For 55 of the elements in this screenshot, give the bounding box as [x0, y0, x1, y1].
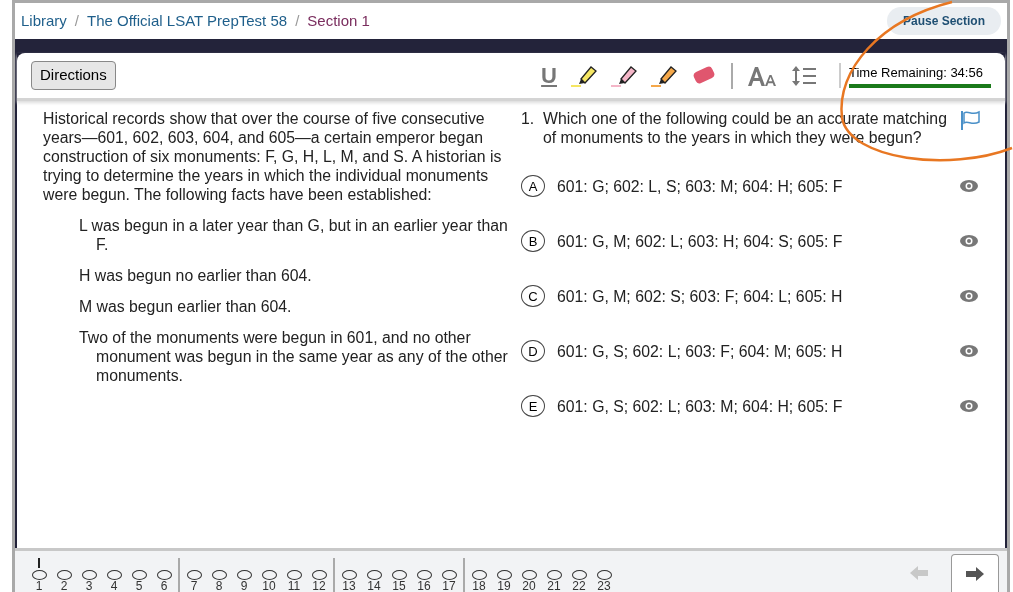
answer-text: 601: G, S; 602: L; 603: F; 604: M; 605: H — [557, 341, 844, 361]
question-nav-item[interactable]: 20 — [518, 558, 540, 592]
question-nav-item[interactable]: 12 — [308, 558, 330, 592]
question-nav-item[interactable]: 7 — [183, 558, 205, 592]
question-nav-item[interactable]: 8 — [208, 558, 230, 592]
answer-text: 601: G, M; 602: L; 603: H; 604: S; 605: F — [557, 231, 844, 251]
question-nav-item[interactable]: 15 — [388, 558, 410, 592]
question-nav-item[interactable]: 19 — [493, 558, 515, 592]
answer-text: 601: G, S; 602: L; 603: M; 604: H; 605: F — [557, 396, 844, 416]
question-nav-item[interactable]: 14 — [363, 558, 385, 592]
font-size-icon[interactable] — [747, 64, 777, 87]
question-nav-item[interactable]: 18 — [468, 558, 490, 592]
flag-icon[interactable] — [959, 109, 981, 131]
eye-icon[interactable] — [959, 344, 979, 358]
line-spacing-icon[interactable] — [791, 64, 817, 87]
right-arrow-icon[interactable] — [965, 565, 985, 582]
answer-text: 601: G, M; 602: S; 603: F; 604: L; 605: H — [557, 286, 844, 306]
question-nav-item[interactable]: 17 — [438, 558, 460, 592]
question-nav-item[interactable]: 2 — [53, 558, 75, 592]
answer-bubble[interactable]: D — [521, 340, 545, 362]
question-nav-item[interactable]: 11 — [283, 558, 305, 592]
question-number: 1. — [521, 109, 536, 129]
breadcrumb-separator: / — [74, 10, 80, 31]
question-nav-item[interactable]: 6 — [153, 558, 175, 592]
breadcrumb-separator: / — [295, 10, 300, 31]
condition-text: H was begun no earlier than 604. — [79, 266, 313, 285]
answer-text: 601: G; 602: L, S; 603: M; 604: H; 605: F — [557, 176, 844, 196]
directions-button[interactable]: Directions — [31, 61, 116, 90]
question-nav-item[interactable]: 1 — [28, 558, 50, 592]
answer-bubble[interactable]: C — [521, 285, 545, 307]
passage-text: Historical records show that over the course of five consecutive years—601, 602, 603, 604, and 605—a certain emperor began construction of six monuments: F, G, H, L, M, and S. A historian is trying to determine the years in which the individual monuments were begun. The following facts have been established: — [43, 109, 503, 204]
question-nav-item[interactable]: 10 — [258, 558, 280, 592]
question-nav-item[interactable]: 3 — [78, 558, 100, 592]
answer-bubble[interactable]: B — [521, 230, 545, 252]
eye-icon[interactable] — [959, 179, 979, 193]
condition-text: M was begun earlier than 604. — [79, 297, 293, 316]
eye-icon[interactable] — [959, 289, 979, 303]
condition-text: Two of the monuments were begun in 601, and no other monument was begun in the same year as any of the other monuments. — [79, 328, 509, 385]
breadcrumb-link[interactable]: Library — [21, 9, 67, 33]
answer-bubble[interactable]: A — [521, 175, 545, 197]
breadcrumb-link[interactable]: The Official LSAT PrepTest 58 — [87, 9, 288, 33]
question-nav-item[interactable]: 5 — [128, 558, 150, 592]
answer-bubble[interactable]: E — [521, 395, 545, 417]
underline-button[interactable]: U — [541, 64, 557, 87]
question-nav-item[interactable]: 9 — [233, 558, 255, 592]
question-nav-item[interactable]: 16 — [413, 558, 435, 592]
eye-icon[interactable] — [959, 399, 979, 413]
question-nav-item[interactable]: 4 — [103, 558, 125, 592]
question-nav-item[interactable]: 23 — [593, 558, 615, 592]
eye-icon[interactable] — [959, 234, 979, 248]
question-nav-item[interactable]: 22 — [568, 558, 590, 592]
question-nav-item[interactable]: 21 — [543, 558, 565, 592]
condition-text: L was begun in a later year than G, but in an earlier year than F. — [79, 216, 509, 254]
next-button[interactable] — [951, 554, 999, 592]
question-nav-item[interactable]: 13 — [338, 558, 360, 592]
